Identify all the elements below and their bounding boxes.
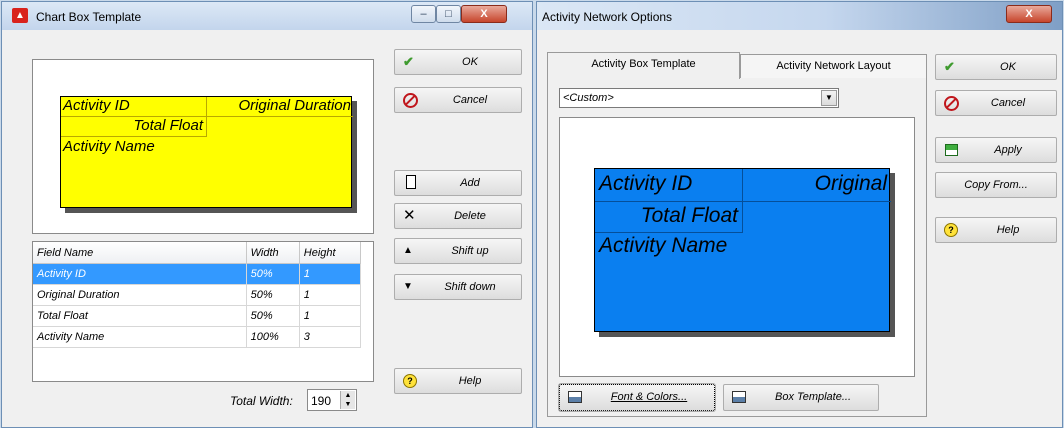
- preview-activity-id: Activity ID: [61, 97, 207, 117]
- new-document-icon: [406, 175, 416, 189]
- preview-total-float: Total Float: [595, 202, 743, 233]
- table-row[interactable]: Total Float 50% 1: [33, 305, 362, 327]
- help-button[interactable]: ? Help: [935, 217, 1057, 243]
- apply-icon: [945, 144, 958, 156]
- column-header-height[interactable]: Height: [299, 242, 362, 264]
- chart-box-template-window: ▲ Chart Box Template – □ X Activity ID O…: [1, 1, 533, 428]
- tab-activity-network-layout[interactable]: Activity Network Layout: [740, 54, 927, 78]
- preview-activity-name: Activity Name: [599, 234, 728, 257]
- template-select[interactable]: <Custom> ▼: [559, 88, 839, 108]
- title-bar[interactable]: ▲ Chart Box Template – □ X: [2, 2, 532, 30]
- cell-height[interactable]: 3: [299, 326, 362, 348]
- checkmark-icon: ✔: [403, 54, 414, 69]
- field-table-panel: Field Name Width Height Activity ID 50% …: [32, 241, 374, 382]
- tab-activity-box-template[interactable]: Activity Box Template: [547, 52, 740, 79]
- table-row[interactable]: Activity ID 50% 1: [33, 263, 362, 285]
- box-preview-panel: Activity ID Original Total Float Activit…: [559, 117, 915, 377]
- box-template-icon: [732, 391, 746, 403]
- ok-button[interactable]: ✔ OK: [935, 54, 1057, 80]
- triangle-down-icon: ▼: [403, 281, 413, 292]
- template-select-value: <Custom>: [563, 92, 614, 104]
- cell-width[interactable]: 100%: [246, 326, 300, 348]
- cell-width[interactable]: 50%: [246, 284, 300, 306]
- copy-from-button[interactable]: Copy From...: [935, 172, 1057, 198]
- delete-x-icon: ✕: [403, 207, 416, 224]
- no-entry-icon: [403, 93, 418, 108]
- cell-field-name[interactable]: Original Duration: [33, 284, 247, 306]
- delete-button[interactable]: ✕ Delete: [394, 203, 522, 229]
- cell-width[interactable]: 50%: [246, 263, 300, 285]
- total-width-value[interactable]: 190: [311, 394, 331, 408]
- help-button[interactable]: ? Help: [394, 368, 522, 394]
- field-table: Field Name Width Height Activity ID 50% …: [33, 242, 362, 348]
- box-preview-panel: Activity ID Original Duration Total Floa…: [32, 59, 374, 234]
- activity-box-preview: Activity ID Original Duration Total Floa…: [60, 96, 353, 208]
- spinner-arrows-icon[interactable]: ▲ ▼: [340, 391, 355, 409]
- chevron-down-icon[interactable]: ▼: [821, 90, 837, 106]
- font-colors-icon: [568, 391, 582, 403]
- add-button[interactable]: Add: [394, 170, 522, 196]
- no-entry-icon: [944, 96, 959, 111]
- app-icon: ▲: [12, 8, 28, 23]
- table-row[interactable]: Activity Name 100% 3: [33, 326, 362, 348]
- activity-network-options-window: Activity Network Options X Activity Box …: [536, 1, 1063, 428]
- minimize-button[interactable]: –: [411, 5, 436, 23]
- table-header-row: Field Name Width Height: [33, 242, 362, 264]
- cell-field-name[interactable]: Total Float: [33, 305, 247, 327]
- close-button[interactable]: X: [461, 5, 507, 23]
- cancel-button[interactable]: Cancel: [935, 90, 1057, 116]
- apply-button[interactable]: Apply: [935, 137, 1057, 163]
- box-template-button[interactable]: Box Template...: [723, 384, 879, 411]
- window-title: Chart Box Template: [36, 10, 142, 24]
- column-header-width[interactable]: Width: [246, 242, 300, 264]
- column-header-field-name[interactable]: Field Name: [33, 242, 247, 264]
- cell-width[interactable]: 50%: [246, 305, 300, 327]
- close-button[interactable]: X: [1006, 5, 1052, 23]
- maximize-button[interactable]: □: [436, 5, 461, 23]
- cell-height[interactable]: 1: [299, 263, 362, 285]
- window-title: Activity Network Options: [542, 10, 673, 24]
- checkmark-icon: ✔: [944, 59, 955, 74]
- activity-box-preview: Activity ID Original Total Float Activit…: [594, 168, 891, 332]
- preview-total-float: Total Float: [61, 117, 207, 137]
- help-icon: ?: [944, 223, 958, 237]
- title-bar[interactable]: Activity Network Options X: [537, 2, 1062, 30]
- preview-activity-name: Activity Name: [63, 138, 155, 155]
- triangle-up-icon: ▲: [403, 245, 413, 256]
- preview-original: Original: [743, 169, 891, 202]
- cell-height[interactable]: 1: [299, 305, 362, 327]
- cell-height[interactable]: 1: [299, 284, 362, 306]
- total-width-label: Total Width:: [230, 394, 293, 408]
- cancel-button[interactable]: Cancel: [394, 87, 522, 113]
- shift-up-button[interactable]: ▲ Shift up: [394, 238, 522, 264]
- cell-field-name[interactable]: Activity Name: [33, 326, 247, 348]
- cell-field-name[interactable]: Activity ID: [33, 263, 247, 285]
- preview-original-duration: Original Duration: [207, 97, 353, 117]
- font-colors-button[interactable]: Font & Colors...: [558, 383, 716, 412]
- shift-down-button[interactable]: ▼ Shift down: [394, 274, 522, 300]
- ok-button[interactable]: ✔ OK: [394, 49, 522, 75]
- table-row[interactable]: Original Duration 50% 1: [33, 284, 362, 306]
- help-icon: ?: [403, 374, 417, 388]
- total-width-spinner[interactable]: 190 ▲ ▼: [307, 389, 357, 411]
- preview-activity-id: Activity ID: [595, 169, 743, 202]
